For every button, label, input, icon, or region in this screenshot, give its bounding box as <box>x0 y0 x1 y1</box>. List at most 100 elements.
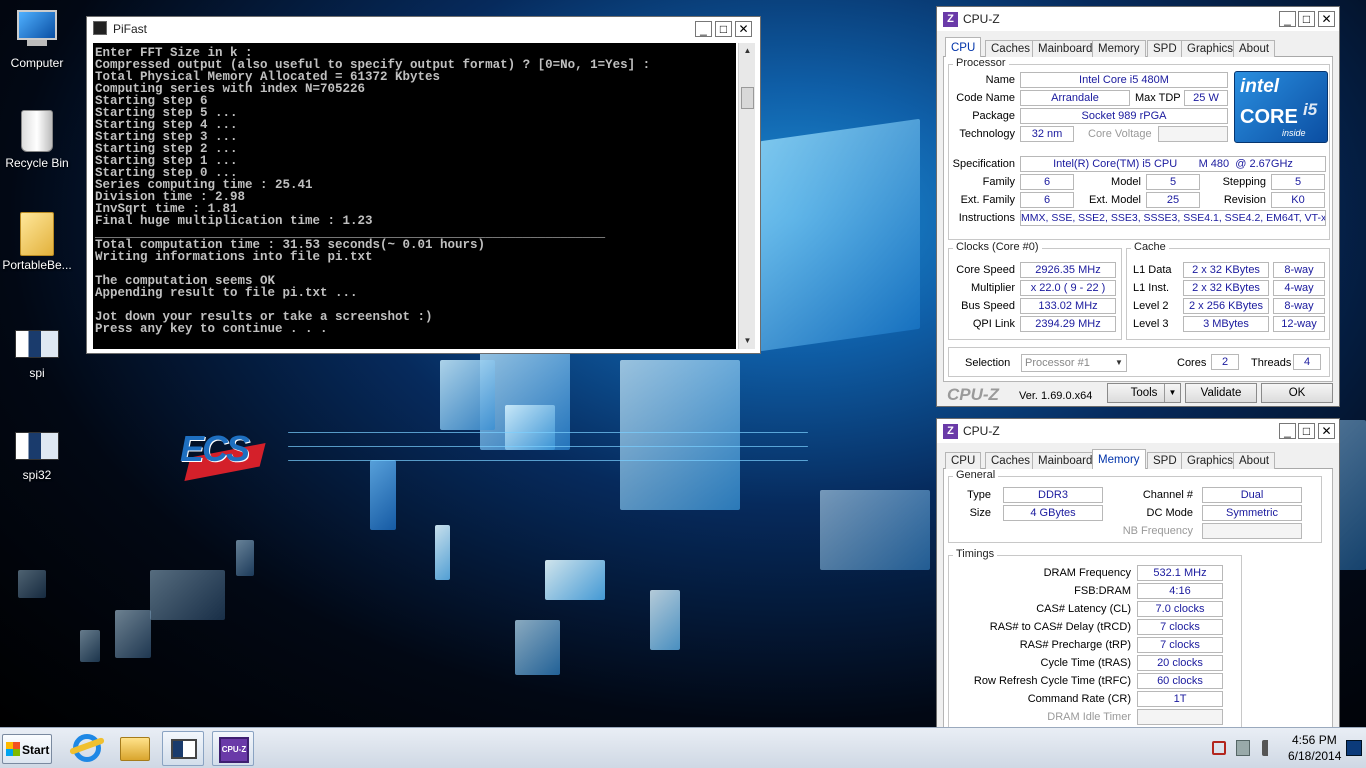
wallpaper-shard <box>370 460 396 530</box>
size-label: Size <box>969 507 991 519</box>
maxtdp-label: Max TDP <box>1135 92 1181 104</box>
family-label: Family <box>982 176 1015 188</box>
wallpaper-shard <box>760 118 920 352</box>
memory-tab-panel: General Type DDR3 Size 4 GBytes Channel … <box>943 469 1333 735</box>
network-icon[interactable] <box>1236 740 1250 756</box>
clock-time[interactable]: 4:56 PM <box>1292 733 1337 747</box>
desktop-icon-label: PortableBe... <box>2 258 72 272</box>
l2-label: Level 2 <box>1133 300 1169 312</box>
timing-value: 1T <box>1137 691 1223 707</box>
pifast-titlebar[interactable]: PiFast _ □ ✕ <box>87 17 760 41</box>
close-button[interactable]: ✕ <box>735 21 752 37</box>
wallpaper-shard <box>18 570 46 598</box>
maximize-button[interactable]: □ <box>1298 423 1315 439</box>
tab-mainboard[interactable]: Mainboard <box>1032 40 1099 57</box>
maximize-button[interactable]: □ <box>1298 11 1315 27</box>
show-desktop-icon[interactable] <box>1346 740 1362 756</box>
cpuz-memory-window[interactable]: Z CPU-Z _ □ ✕ CPU Caches Mainboard Memor… <box>936 418 1340 735</box>
windows-logo-icon <box>6 742 20 756</box>
tools-button[interactable]: Tools ▼ <box>1107 383 1181 403</box>
l1data-label: L1 Data <box>1133 264 1172 276</box>
close-button[interactable]: ✕ <box>1318 11 1335 27</box>
desktop-icon-spi[interactable]: spi <box>1 330 73 380</box>
chevron-down-icon[interactable]: ▼ <box>1164 384 1180 402</box>
wallpaper-shard <box>440 360 495 430</box>
pifast-window[interactable]: PiFast _ □ ✕ Enter FFT Size in k : Compr… <box>86 16 761 354</box>
recycle-bin-icon <box>15 110 59 152</box>
ok-button[interactable]: OK <box>1261 383 1333 403</box>
console-scrollbar[interactable]: ▲ ▼ <box>738 43 755 349</box>
taskbar-internet-explorer[interactable] <box>66 731 108 766</box>
clock-date[interactable]: 6/18/2014 <box>1288 749 1341 763</box>
tab-cpu[interactable]: CPU <box>945 452 982 469</box>
group-label: Timings <box>953 548 998 560</box>
tab-memory[interactable]: Memory <box>1092 40 1146 57</box>
minimize-button[interactable]: _ <box>1279 423 1296 439</box>
start-button[interactable]: Start <box>2 734 52 764</box>
scroll-thumb[interactable] <box>741 87 754 109</box>
tab-cpu[interactable]: CPU <box>945 37 982 58</box>
revision-label: Revision <box>1223 194 1266 206</box>
corespeed-value: 2926.35 MHz <box>1020 262 1116 278</box>
tab-caches[interactable]: Caches <box>985 40 1036 57</box>
desktop-icon-portable[interactable]: PortableBe... <box>1 212 73 272</box>
tab-spd[interactable]: SPD <box>1147 40 1183 57</box>
type-label: Type <box>967 489 991 501</box>
desktop-icon-label: spi32 <box>22 468 52 482</box>
name-value: Intel Core i5 480M <box>1020 72 1228 88</box>
scroll-up-arrow-icon[interactable]: ▲ <box>739 43 756 59</box>
desktop-icon-recycle-bin[interactable]: Recycle Bin <box>1 110 73 170</box>
close-button[interactable]: ✕ <box>1318 423 1335 439</box>
nbfreq-label: NB Frequency <box>1122 525 1193 537</box>
spec-value: Intel(R) Core(TM) i5 CPU M 480 @ 2.67GHz <box>1020 156 1326 172</box>
tab-caches[interactable]: Caches <box>985 452 1036 469</box>
tab-graphics[interactable]: Graphics <box>1181 40 1240 57</box>
taskbar-pifast[interactable] <box>162 731 204 766</box>
tab-mainboard[interactable]: Mainboard <box>1032 452 1099 469</box>
timing-label: RAS# Precharge (tRP) <box>1019 639 1131 651</box>
wallpaper-shard <box>435 525 450 580</box>
wallpaper-line <box>288 432 808 433</box>
group-label: Processor <box>953 57 1009 69</box>
desktop-icon-computer[interactable]: Computer <box>1 10 73 70</box>
wallpaper-shard <box>620 360 740 510</box>
minimize-button[interactable]: _ <box>695 21 712 37</box>
action-center-icon[interactable] <box>1212 741 1226 755</box>
tab-memory[interactable]: Memory <box>1092 449 1146 470</box>
cpuz-titlebar[interactable]: Z CPU-Z _ □ ✕ <box>937 7 1339 31</box>
wallpaper-shard <box>650 590 680 650</box>
wallpaper-shard <box>236 540 254 576</box>
wallpaper-shard <box>545 560 605 600</box>
multiplier-value: x 22.0 ( 9 - 22 ) <box>1020 280 1116 296</box>
general-group: General Type DDR3 Size 4 GBytes Channel … <box>948 469 1322 543</box>
threads-value: 4 <box>1293 354 1321 370</box>
technology-value: 32 nm <box>1020 126 1074 142</box>
extmodel-value: 25 <box>1146 192 1200 208</box>
scroll-down-arrow-icon[interactable]: ▼ <box>739 333 756 349</box>
stepping-value: 5 <box>1271 174 1325 190</box>
taskbar-cpuz[interactable]: CPU-Z <box>212 731 254 766</box>
console-output[interactable]: Enter FFT Size in k : Compressed output … <box>93 43 736 349</box>
multiplier-label: Multiplier <box>970 282 1015 294</box>
minimize-button[interactable]: _ <box>1279 11 1296 27</box>
wallpaper-shard <box>115 610 151 658</box>
volume-icon[interactable] <box>1262 740 1278 756</box>
cpuz-titlebar[interactable]: Z CPU-Z _ □ ✕ <box>937 419 1339 443</box>
group-label: Clocks (Core #0) <box>953 241 1042 253</box>
tab-spd[interactable]: SPD <box>1147 452 1183 469</box>
tab-about[interactable]: About <box>1233 40 1276 57</box>
maximize-button[interactable]: □ <box>715 21 732 37</box>
tab-graphics[interactable]: Graphics <box>1181 452 1240 469</box>
desktop-icon-spi32[interactable]: spi32 <box>1 432 73 482</box>
spec-label: Specification <box>952 158 1015 170</box>
chevron-down-icon: ▼ <box>1115 358 1123 367</box>
taskbar-explorer[interactable] <box>114 731 156 766</box>
console-icon <box>93 21 107 35</box>
codename-value: Arrandale <box>1020 90 1130 106</box>
cpuz-cpu-window[interactable]: Z CPU-Z _ □ ✕ CPU Caches Mainboard Memor… <box>936 6 1340 407</box>
validate-button[interactable]: Validate <box>1185 383 1257 403</box>
tab-about[interactable]: About <box>1233 452 1276 469</box>
wallpaper-shard <box>80 630 100 662</box>
l2-way-value: 8-way <box>1273 298 1325 314</box>
processor-select[interactable]: Processor #1 ▼ <box>1021 354 1127 372</box>
